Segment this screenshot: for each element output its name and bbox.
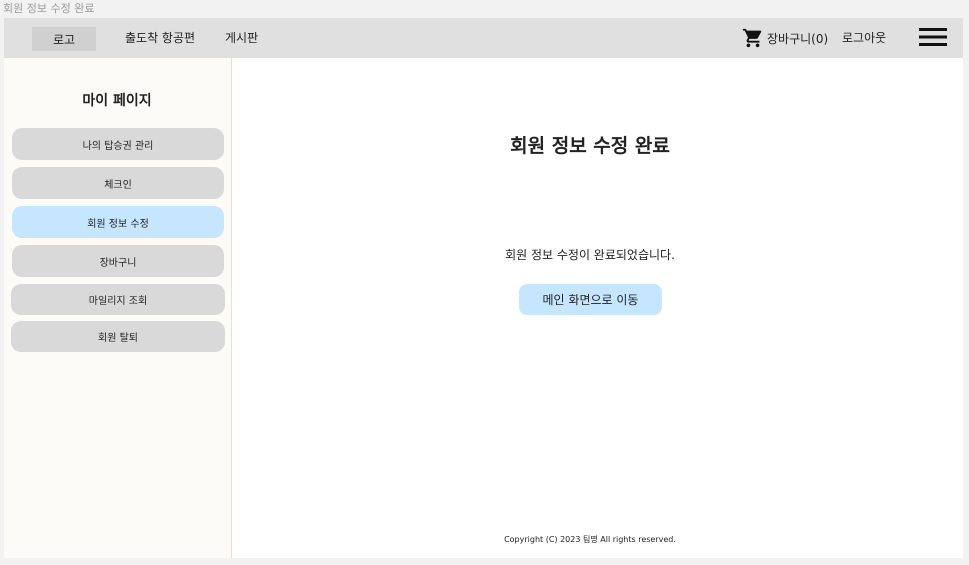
- sidebar-item-boarding-pass[interactable]: 나의 탑승권 관리: [12, 128, 224, 160]
- logo[interactable]: 로고: [32, 27, 96, 51]
- sidebar-title: 마이 페이지: [82, 93, 152, 109]
- cart-label: 장바구니(0): [767, 31, 829, 46]
- sidebar-item-mileage[interactable]: 마일리지 조회: [11, 284, 225, 315]
- mypage-sidebar: 마이 페이지 나의 탑승권 관리 체크인 회원 정보 수정 장바구니 마일리지 …: [4, 58, 232, 558]
- copyright-footer: Copyright (C) 2023 팀명 All rights reserve…: [504, 535, 676, 544]
- sidebar-item-cart[interactable]: 장바구니: [12, 245, 224, 277]
- hamburger-menu-icon[interactable]: [918, 25, 948, 49]
- cart-link[interactable]: 장바구니(0): [742, 26, 828, 50]
- logout-link[interactable]: 로그아웃: [842, 30, 886, 46]
- nav-link-board[interactable]: 게시판: [225, 30, 258, 46]
- nav-link-flights[interactable]: 출도착 항공편: [125, 30, 195, 46]
- sidebar-item-edit-profile[interactable]: 회원 정보 수정: [12, 206, 224, 238]
- completion-message: 회원 정보 수정이 완료되었습니다.: [505, 248, 675, 262]
- sidebar-item-checkin[interactable]: 체크인: [12, 167, 224, 199]
- go-home-button[interactable]: 메인 화면으로 이동: [519, 284, 662, 315]
- shopping-cart-icon: [742, 28, 762, 48]
- document-title: 회원 정보 수정 완료: [3, 2, 95, 15]
- page-title: 회원 정보 수정 완료: [510, 135, 670, 157]
- sidebar-item-withdraw[interactable]: 회원 탈퇴: [11, 321, 225, 352]
- top-navigation-bar: 로고 출도착 항공편 게시판 장바구니(0) 로그아웃: [4, 18, 963, 58]
- main-content: 회원 정보 수정 완료 회원 정보 수정이 완료되었습니다. 메인 화면으로 이…: [232, 58, 963, 558]
